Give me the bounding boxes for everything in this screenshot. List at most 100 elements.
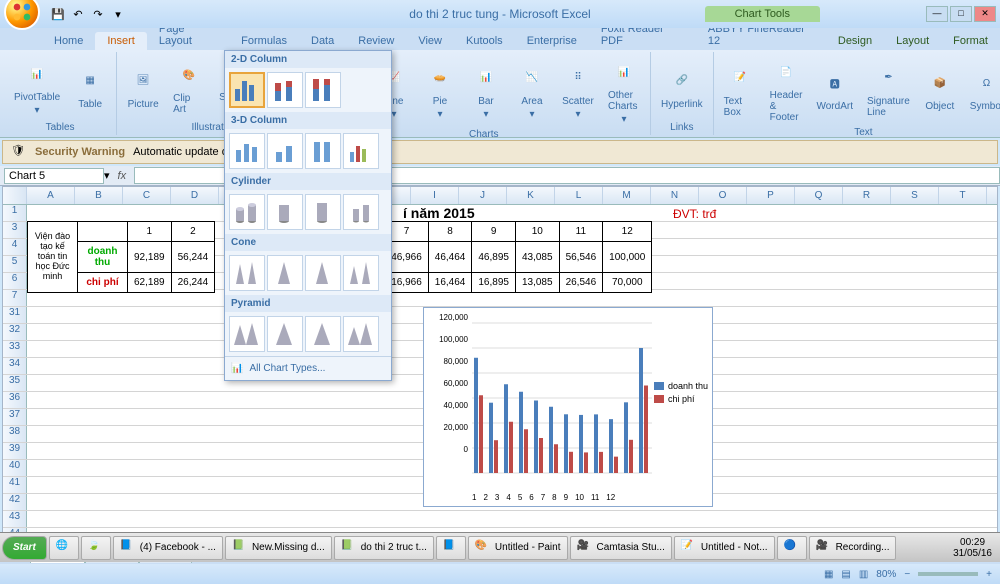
- bar-chart-button[interactable]: 📊Bar▾: [466, 60, 506, 122]
- close-button[interactable]: ✕: [974, 6, 996, 22]
- tab-enterprise[interactable]: Enterprise: [515, 32, 589, 50]
- name-box[interactable]: [4, 168, 104, 184]
- row-header[interactable]: 4: [3, 239, 27, 255]
- chart-cylinder-4[interactable]: [343, 194, 379, 230]
- view-pagebreak-icon[interactable]: ▥: [859, 569, 868, 580]
- chart-cone-3[interactable]: [305, 255, 341, 291]
- taskbar-item[interactable]: 🎨Untitled - Paint: [468, 536, 568, 560]
- row-header[interactable]: 39: [3, 443, 27, 459]
- column-header[interactable]: T: [939, 187, 987, 204]
- column-header[interactable]: M: [603, 187, 651, 204]
- start-button[interactable]: Start: [2, 536, 47, 560]
- column-header[interactable]: C: [123, 187, 171, 204]
- signature-line-button[interactable]: ✒Signature Line: [863, 60, 914, 120]
- taskbar-chrome[interactable]: 🌐: [49, 536, 79, 560]
- tab-layout[interactable]: Layout: [884, 32, 941, 50]
- namebox-dropdown-icon[interactable]: ▾: [104, 169, 110, 182]
- taskbar-item[interactable]: 📝Untitled - Not...: [674, 536, 775, 560]
- row-header[interactable]: 7: [3, 290, 27, 306]
- row-header[interactable]: 41: [3, 477, 27, 493]
- tab-kutools[interactable]: Kutools: [454, 32, 515, 50]
- column-header[interactable]: K: [507, 187, 555, 204]
- chart-3d-clustered[interactable]: [229, 133, 265, 169]
- row-header[interactable]: 36: [3, 392, 27, 408]
- save-icon[interactable]: 💾: [50, 6, 66, 22]
- area-chart-button[interactable]: 📉Area▾: [512, 60, 552, 122]
- undo-icon[interactable]: ↶: [70, 6, 86, 22]
- column-header[interactable]: A: [27, 187, 75, 204]
- view-layout-icon[interactable]: ▤: [841, 569, 850, 580]
- zoom-out-icon[interactable]: −: [904, 569, 910, 580]
- row-header[interactable]: 43: [3, 511, 27, 527]
- taskbar-item[interactable]: 📗New.Missing d...: [225, 536, 332, 560]
- tab-view[interactable]: View: [406, 32, 454, 50]
- pie-chart-button[interactable]: 🥧Pie▾: [420, 60, 460, 122]
- taskbar-item[interactable]: 🎥Recording...: [809, 536, 897, 560]
- chart-cone-4[interactable]: [343, 255, 379, 291]
- zoom-level[interactable]: 80%: [876, 569, 896, 580]
- chart-3d-100pct[interactable]: [305, 133, 341, 169]
- taskbar-item[interactable]: 📘(4) Facebook - ...: [113, 536, 223, 560]
- chart-cylinder-3[interactable]: [305, 194, 341, 230]
- row-header[interactable]: 42: [3, 494, 27, 510]
- row-header[interactable]: 40: [3, 460, 27, 476]
- taskbar-coccoc[interactable]: 🍃: [81, 536, 111, 560]
- chart-pyramid-4[interactable]: [343, 316, 379, 352]
- header-footer-button[interactable]: 📄Header & Footer: [766, 54, 807, 125]
- chart-pyramid-3[interactable]: [305, 316, 341, 352]
- row-header[interactable]: 35: [3, 375, 27, 391]
- worksheet-grid[interactable]: ABCDEFGHIJKLMNOPQRST 1345673132333435363…: [2, 186, 998, 544]
- all-chart-types-button[interactable]: 📊All Chart Types...: [225, 356, 391, 380]
- column-header[interactable]: S: [891, 187, 939, 204]
- tab-home[interactable]: Home: [42, 32, 95, 50]
- tab-design[interactable]: Design: [826, 32, 884, 50]
- row-header[interactable]: 6: [3, 273, 27, 289]
- picture-button[interactable]: 🖼Picture: [123, 63, 163, 112]
- chart-cylinder-1[interactable]: [229, 194, 265, 230]
- tab-format[interactable]: Format: [941, 32, 1000, 50]
- textbox-button[interactable]: 📝Text Box: [720, 60, 760, 120]
- pivottable-button[interactable]: 📊PivotTable▾: [10, 56, 64, 118]
- tab-review[interactable]: Review: [346, 32, 406, 50]
- zoom-in-icon[interactable]: +: [986, 569, 992, 580]
- embedded-chart[interactable]: 120,000100,00080,00060,00040,00020,0000 …: [423, 307, 713, 507]
- taskbar-item[interactable]: 🔵: [777, 536, 807, 560]
- row-header[interactable]: 5: [3, 256, 27, 272]
- office-button[interactable]: [4, 0, 40, 30]
- row-header[interactable]: 33: [3, 341, 27, 357]
- column-header[interactable]: R: [843, 187, 891, 204]
- chart-cone-1[interactable]: [229, 255, 265, 291]
- column-header[interactable]: P: [747, 187, 795, 204]
- chart-pyramid-1[interactable]: [229, 316, 265, 352]
- wordart-button[interactable]: 🅰WordArt: [812, 65, 857, 114]
- tab-data[interactable]: Data: [299, 32, 346, 50]
- chart-3d-column[interactable]: [343, 133, 379, 169]
- column-header[interactable]: Q: [795, 187, 843, 204]
- chart-3d-stacked[interactable]: [267, 133, 303, 169]
- chart-cone-2[interactable]: [267, 255, 303, 291]
- chart-stacked-column[interactable]: [267, 72, 303, 108]
- tab-formulas[interactable]: Formulas: [229, 32, 299, 50]
- row-header[interactable]: 3: [3, 222, 27, 238]
- clipart-button[interactable]: 🎨Clip Art: [169, 57, 209, 117]
- chart-clustered-column[interactable]: [229, 72, 265, 108]
- row-header[interactable]: 32: [3, 324, 27, 340]
- column-header[interactable]: D: [171, 187, 219, 204]
- taskbar-item[interactable]: 📗do thi 2 truc t...: [334, 536, 434, 560]
- scatter-chart-button[interactable]: ⠿Scatter▾: [558, 60, 598, 122]
- chart-100pct-stacked-column[interactable]: [305, 72, 341, 108]
- fx-icon[interactable]: fx: [118, 170, 127, 182]
- other-charts-button[interactable]: 📊Other Charts▾: [604, 54, 644, 127]
- symbol-button[interactable]: ΩSymbol: [966, 65, 1000, 114]
- restore-button[interactable]: □: [950, 6, 972, 22]
- row-header[interactable]: 1: [3, 205, 27, 221]
- table-button[interactable]: ▦Table: [70, 63, 110, 112]
- minimize-button[interactable]: —: [926, 6, 948, 22]
- taskbar-item[interactable]: 🎥Camtasia Stu...: [570, 536, 672, 560]
- view-normal-icon[interactable]: ▦: [824, 569, 833, 580]
- row-header[interactable]: 37: [3, 409, 27, 425]
- column-header[interactable]: J: [459, 187, 507, 204]
- chart-cylinder-2[interactable]: [267, 194, 303, 230]
- column-header[interactable]: L: [555, 187, 603, 204]
- chart-pyramid-2[interactable]: [267, 316, 303, 352]
